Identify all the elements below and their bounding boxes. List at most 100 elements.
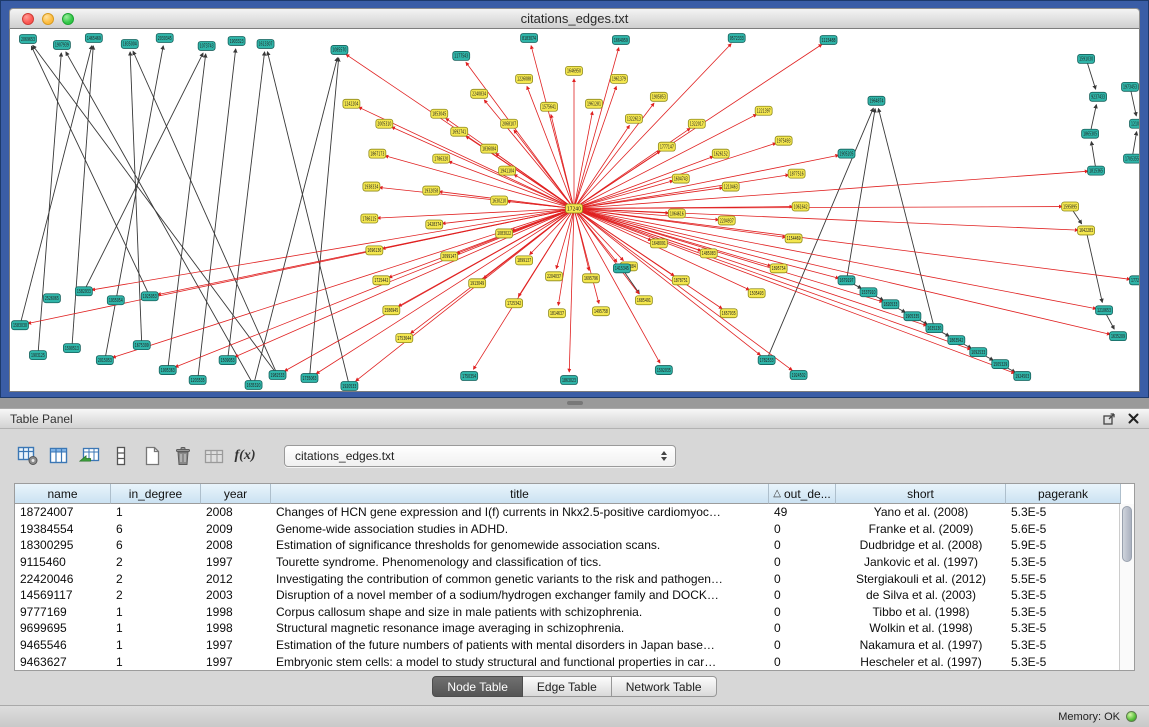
create-table-icon[interactable]: [138, 443, 166, 469]
network-view[interactable]: 1724018530452240834122608816469501961379…: [9, 29, 1140, 392]
graph-node[interactable]: 2068107: [501, 119, 518, 128]
graph-node[interactable]: 1932058: [423, 186, 440, 195]
graph-node[interactable]: 1863023: [561, 376, 578, 385]
network-canvas[interactable]: 1724018530452240834122608816469501961379…: [10, 29, 1139, 391]
graph-node[interactable]: 1867173: [369, 149, 386, 158]
graph-node[interactable]: 9572333: [728, 33, 745, 42]
graph-node[interactable]: 1509053: [219, 356, 236, 365]
graph-node[interactable]: 1505493: [748, 289, 765, 298]
graph-node[interactable]: 1586945: [383, 306, 400, 315]
graph-node[interactable]: 1753644: [396, 334, 413, 343]
graph-node[interactable]: 1905853: [650, 92, 667, 101]
graph-node[interactable]: 1210653: [1096, 306, 1113, 315]
graph-node[interactable]: 1537910: [860, 288, 877, 297]
table-row[interactable]: 946554611997Estimation of the future num…: [15, 637, 1119, 654]
graph-node[interactable]: 1203535: [189, 376, 206, 385]
graph-node[interactable]: 2526065: [43, 294, 60, 303]
graph-node[interactable]: 1925053: [141, 292, 158, 301]
graph-node[interactable]: 2069653: [19, 34, 36, 43]
close-window-button[interactable]: [22, 13, 34, 25]
float-panel-icon[interactable]: [1103, 412, 1116, 425]
graph-node[interactable]: 1750354: [461, 372, 478, 381]
show-columns-icon[interactable]: [45, 443, 73, 469]
graph-node[interactable]: 1495758: [592, 307, 609, 316]
graph-node[interactable]: 1613307: [257, 39, 274, 48]
graph-node[interactable]: 2204937: [718, 216, 735, 225]
graph-node[interactable]: 1675309: [133, 341, 150, 350]
table-options-icon[interactable]: [14, 443, 42, 469]
graph-node[interactable]: 1973453: [1122, 82, 1139, 91]
graph-node[interactable]: 1664959: [612, 35, 629, 44]
graph-node[interactable]: 1938334: [363, 182, 380, 191]
minimize-window-button[interactable]: [42, 13, 54, 25]
graph-node[interactable]: 1465469: [85, 33, 102, 42]
graph-node[interactable]: 1583030: [11, 321, 28, 330]
graph-node[interactable]: 1642283: [1078, 226, 1095, 235]
graph-node[interactable]: 1635230: [926, 324, 943, 333]
graph-node[interactable]: 1865305: [1082, 129, 1099, 138]
graph-node[interactable]: 1863542: [948, 336, 965, 345]
table-row[interactable]: 1872400712008Changes of HCN gene express…: [15, 504, 1119, 521]
graph-node[interactable]: 1961379: [610, 74, 627, 83]
graph-node[interactable]: 1648091: [650, 239, 667, 248]
splitter-grip-icon[interactable]: [567, 401, 583, 405]
graph-node[interactable]: 1903323: [228, 36, 245, 45]
graph-node[interactable]: 1575641: [541, 102, 558, 111]
graph-node[interactable]: 1696136: [366, 246, 383, 255]
graph-node[interactable]: 1814637: [549, 309, 566, 318]
graph-node[interactable]: 1877516: [788, 169, 805, 178]
column-header-short[interactable]: short: [836, 484, 1006, 504]
select-rows-icon[interactable]: [107, 443, 135, 469]
graph-node[interactable]: 1210463: [722, 182, 739, 191]
column-header-year[interactable]: year: [201, 484, 271, 504]
graph-node[interactable]: 1905335: [904, 312, 921, 321]
import-table-icon[interactable]: [76, 443, 104, 469]
graph-node[interactable]: 2030345: [156, 33, 173, 42]
graph-node[interactable]: 1083022: [496, 229, 513, 238]
table-row[interactable]: 969969511998Structural magnetic resonanc…: [15, 620, 1119, 637]
graph-node[interactable]: 1777147: [658, 142, 675, 151]
graph-node[interactable]: 1836084: [481, 144, 498, 153]
graph-node[interactable]: 2204037: [546, 272, 563, 281]
window-titlebar[interactable]: citations_edges.txt: [9, 8, 1140, 29]
graph-node[interactable]: 1913049: [469, 279, 486, 288]
graph-node[interactable]: 1685491: [635, 296, 652, 305]
graph-node[interactable]: 9237433: [1090, 92, 1107, 101]
scrollbar-thumb[interactable]: [1122, 506, 1132, 562]
graph-node[interactable]: 1679197: [838, 276, 855, 285]
graph-node[interactable]: 1322017: [688, 119, 705, 128]
graph-node[interactable]: 1853045: [431, 109, 448, 118]
graph-node[interactable]: 1485083: [700, 249, 717, 258]
graph-node[interactable]: 1092533: [970, 348, 987, 357]
column-header-name[interactable]: name: [15, 484, 111, 504]
graph-node[interactable]: 1646950: [566, 66, 583, 75]
graph-node[interactable]: 1242204: [343, 99, 360, 108]
graph-node[interactable]: 1725442: [373, 276, 390, 285]
graph-node[interactable]: 1428374: [426, 220, 443, 229]
graph-node[interactable]: 1815365: [1088, 166, 1105, 175]
graph-node[interactable]: 1154469: [785, 234, 802, 243]
graph-node[interactable]: 1786320: [433, 154, 450, 163]
graph-node[interactable]: 1061642: [792, 202, 809, 211]
graph-node[interactable]: 1786115: [361, 214, 378, 223]
graph-node[interactable]: 1835004: [121, 39, 138, 48]
graph-node[interactable]: 1895754: [770, 264, 787, 273]
graph-node[interactable]: 1964874: [868, 96, 885, 105]
table-row[interactable]: 977716911998Corpus callosum shape and si…: [15, 604, 1119, 621]
graph-node[interactable]: 1221397: [755, 106, 772, 115]
graph-node[interactable]: 8183074: [521, 33, 538, 42]
graph-node[interactable]: 1505329: [992, 360, 1009, 369]
graph-node[interactable]: 2005310: [376, 119, 393, 128]
graph-node[interactable]: 1878751: [672, 276, 689, 285]
graph-node[interactable]: 2240834: [471, 89, 488, 98]
table-row[interactable]: 1938455462009Genome-wide association stu…: [15, 521, 1119, 538]
graph-node[interactable]: 1210633: [1130, 119, 1139, 128]
graph-node[interactable]: 1064616: [668, 209, 685, 218]
table-row[interactable]: 2242004622012Investigating the contribut…: [15, 570, 1119, 587]
close-panel-icon[interactable]: [1128, 413, 1139, 424]
graph-node[interactable]: 1630210: [491, 196, 508, 205]
column-header-in_degree[interactable]: in_degree: [111, 484, 201, 504]
vertical-scrollbar[interactable]: [1119, 504, 1134, 670]
graph-node[interactable]: 1073743: [198, 41, 215, 50]
tab-node-table[interactable]: Node Table: [432, 676, 523, 697]
